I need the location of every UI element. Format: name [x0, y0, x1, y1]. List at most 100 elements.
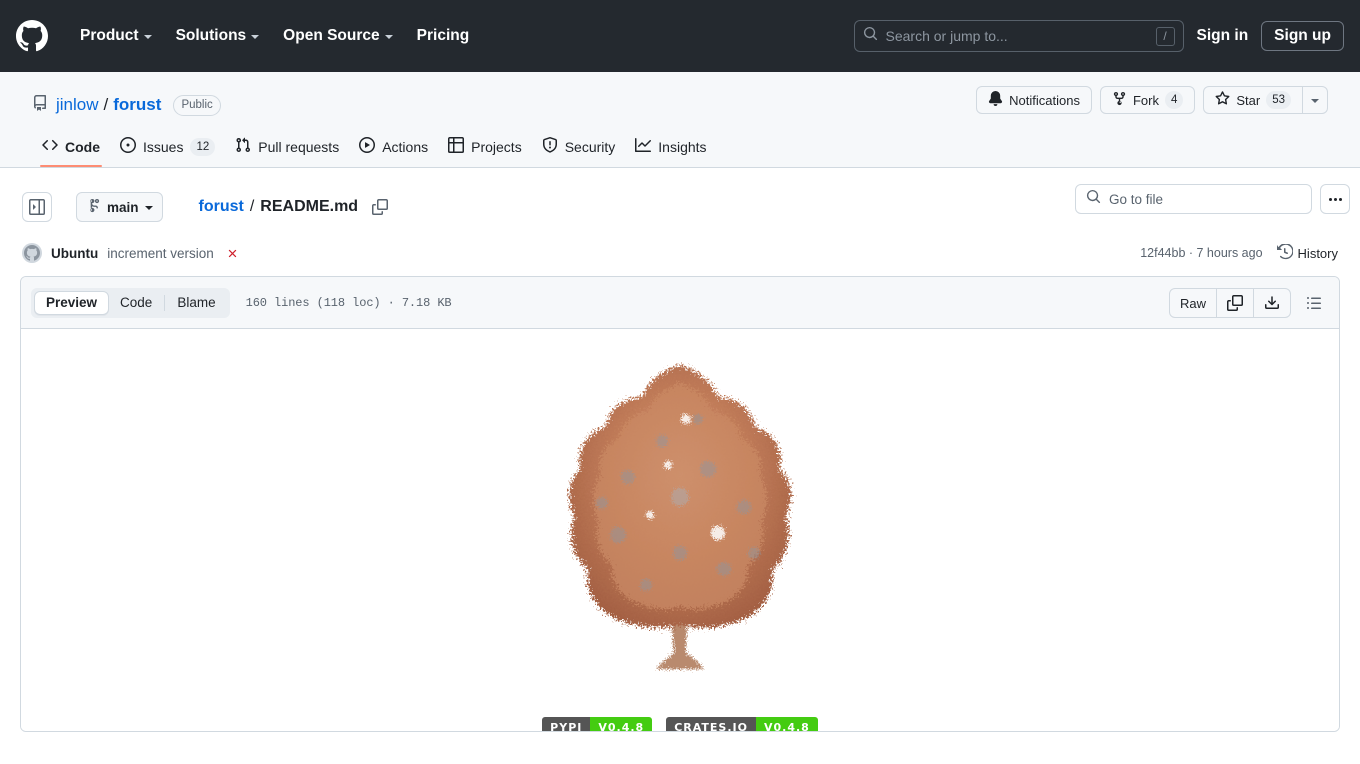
repo-visibility-badge: Public — [173, 94, 221, 116]
breadcrumb-separator: / — [249, 198, 255, 215]
search-icon — [1086, 189, 1101, 209]
badge-cratesio-label: CRATES.IO — [666, 717, 756, 731]
search-icon — [863, 26, 878, 46]
tab-blame[interactable]: Blame — [166, 291, 226, 315]
global-header: Product Solutions Open Source Pricing Se… — [0, 0, 1360, 72]
list-unordered-icon[interactable] — [1299, 288, 1329, 318]
forust-tree-logo — [21, 357, 1339, 687]
kebab-horizontal-icon[interactable] — [1320, 184, 1350, 214]
commit-message-link[interactable]: increment version — [107, 246, 214, 261]
commit-author-link[interactable]: Ubuntu — [51, 246, 98, 261]
search-input[interactable]: Search or jump to... / — [853, 20, 1184, 52]
tab-issues-count: 12 — [190, 137, 216, 156]
nav-item-product-label: Product — [80, 27, 139, 44]
avatar[interactable] — [22, 243, 42, 263]
github-mark-icon[interactable] — [16, 20, 48, 52]
tab-projects[interactable]: Projects — [438, 130, 532, 167]
kebab-dot — [1328, 197, 1332, 201]
breadcrumb-root-link[interactable]: forust — [199, 198, 244, 216]
repo-header: jinlow / forust Public Notifications For… — [0, 72, 1360, 168]
tab-pull-requests[interactable]: Pull requests — [225, 130, 349, 167]
git-branch-icon — [86, 198, 101, 216]
star-dropdown-button[interactable] — [1303, 86, 1328, 114]
latest-commit-row: Ubuntu increment version 12f44bb · 7 hou… — [0, 230, 1360, 276]
tab-code[interactable]: Code — [32, 130, 110, 167]
x-failed-icon[interactable] — [226, 247, 239, 260]
sign-up-button[interactable]: Sign up — [1261, 21, 1344, 51]
file-toolbar-actions: Raw — [1168, 288, 1329, 318]
code-icon — [42, 137, 58, 156]
notifications-button[interactable]: Notifications — [976, 86, 1092, 114]
header-right-cluster: Search or jump to... / Sign in Sign up — [853, 0, 1344, 72]
tree-illustration — [568, 365, 791, 669]
issue-opened-icon — [120, 137, 136, 156]
chevron-down-icon — [251, 35, 260, 39]
global-nav: Product Solutions Open Source Pricing — [68, 19, 481, 53]
go-to-file-placeholder: Go to file — [1109, 191, 1164, 207]
repo-icon — [32, 94, 48, 116]
star-button-group: Star 53 — [1203, 86, 1328, 114]
copy-path-icon[interactable] — [372, 199, 389, 215]
repo-name-link[interactable]: forust — [113, 95, 161, 115]
tab-preview[interactable]: Preview — [34, 290, 110, 315]
chevron-down-icon — [143, 35, 152, 39]
readme-badges: PYPI V0.4.8 CRATES.IO V0.4.8 — [21, 717, 1339, 731]
bell-icon — [988, 91, 1003, 109]
fork-button[interactable]: Fork 4 — [1099, 86, 1196, 114]
sidebar-expand-icon[interactable] — [22, 192, 52, 222]
tab-insights-label: Insights — [658, 138, 707, 155]
file-nav-right-cluster: Go to file — [1075, 184, 1350, 214]
sign-in-link[interactable]: Sign in — [1197, 27, 1249, 45]
commit-history-link[interactable]: History — [1276, 242, 1338, 263]
history-icon — [1276, 242, 1294, 263]
commit-sha-and-time[interactable]: 12f44bb · 7 hours ago — [1140, 246, 1262, 260]
file-content-box: Preview Code Blame 160 lines (118 loc) ·… — [20, 276, 1340, 732]
nav-item-solutions[interactable]: Solutions — [164, 19, 272, 53]
nav-item-pricing[interactable]: Pricing — [405, 19, 482, 53]
readme-rendered-content: PYPI V0.4.8 CRATES.IO V0.4.8 — [21, 329, 1339, 731]
star-button[interactable]: Star 53 — [1203, 86, 1303, 114]
play-icon — [359, 137, 376, 156]
history-label: History — [1297, 245, 1338, 261]
chevron-down-icon — [144, 206, 153, 210]
download-icon[interactable] — [1254, 289, 1290, 317]
repo-action-buttons: Notifications Fork 4 Star 53 — [976, 86, 1328, 114]
copy-icon[interactable] — [1217, 289, 1254, 317]
shield-icon — [542, 137, 558, 156]
star-icon — [1215, 91, 1230, 109]
nav-item-open-source[interactable]: Open Source — [271, 19, 404, 53]
badge-cratesio[interactable]: CRATES.IO V0.4.8 — [666, 717, 818, 731]
tab-actions-label: Actions — [382, 138, 429, 155]
tab-pull-requests-label: Pull requests — [258, 138, 340, 155]
go-to-file-input[interactable]: Go to file — [1075, 184, 1312, 214]
tab-security[interactable]: Security — [532, 130, 626, 167]
branch-name-label: main — [107, 199, 139, 215]
tab-issues[interactable]: Issues 12 — [110, 130, 225, 167]
repo-tabs: Code Issues 12 Pull requests Actions Pro… — [32, 130, 1328, 167]
nav-item-product[interactable]: Product — [68, 19, 164, 53]
search-placeholder: Search or jump to... — [885, 28, 1008, 44]
badge-pypi-value: V0.4.8 — [590, 717, 653, 731]
nav-item-pricing-label: Pricing — [416, 27, 470, 44]
file-view-toolbar: Preview Code Blame 160 lines (118 loc) ·… — [21, 277, 1339, 329]
segment-divider — [164, 294, 166, 311]
breadcrumb-current-file: README.md — [260, 198, 359, 215]
kebab-dot — [1338, 197, 1342, 201]
repo-owner-link[interactable]: jinlow — [56, 95, 99, 115]
raw-button[interactable]: Raw — [1170, 289, 1217, 317]
tab-code[interactable]: Code — [109, 291, 163, 315]
commit-right-cluster: 12f44bb · 7 hours ago History — [1140, 230, 1338, 276]
branch-selector-button[interactable]: main — [76, 192, 163, 222]
search-shortcut-badge: / — [1155, 26, 1175, 46]
tab-actions[interactable]: Actions — [349, 130, 438, 167]
badge-pypi[interactable]: PYPI V0.4.8 — [542, 717, 653, 731]
file-breadcrumb: forust / README.md — [199, 198, 389, 216]
chevron-down-icon — [384, 35, 393, 39]
git-pull-request-icon — [235, 137, 251, 156]
badge-cratesio-value: V0.4.8 — [755, 717, 818, 731]
fork-label: Fork — [1132, 92, 1159, 108]
tab-insights[interactable]: Insights — [625, 130, 716, 167]
file-meta-text: 160 lines (118 loc) · 7.18 KB — [245, 295, 452, 310]
file-navigation-bar: main forust / README.md Go to file — [0, 168, 1360, 230]
fork-icon — [1112, 91, 1127, 109]
